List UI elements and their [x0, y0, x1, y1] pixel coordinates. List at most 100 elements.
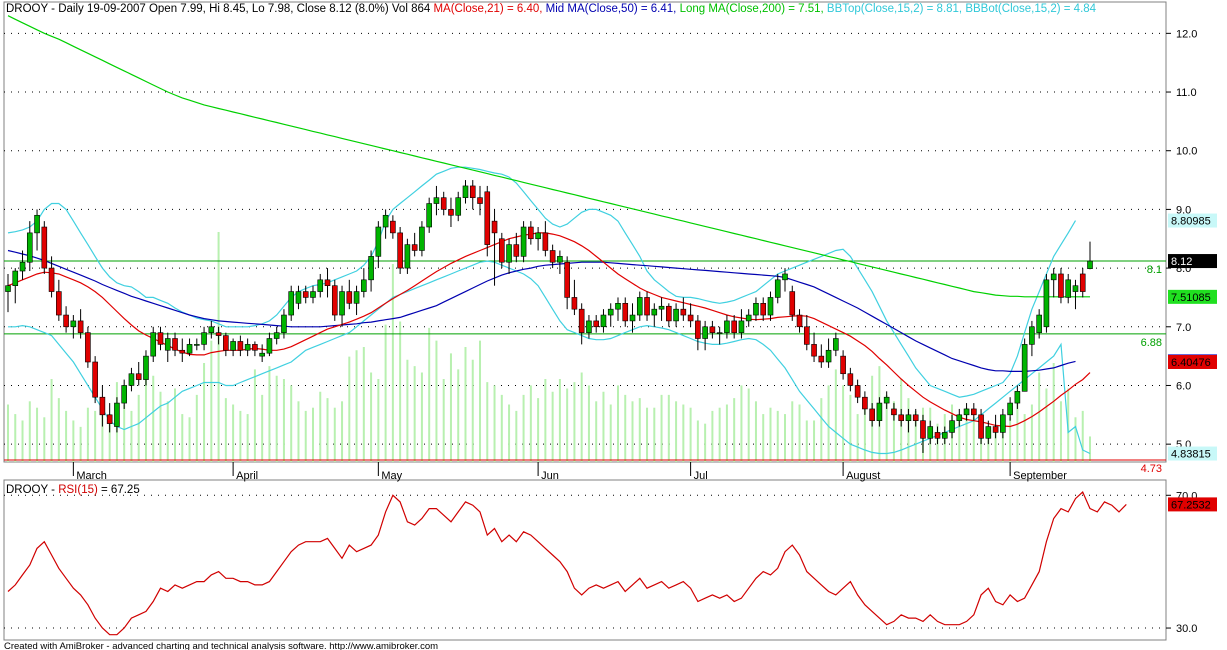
candle-body: [695, 320, 701, 339]
candle-body: [709, 326, 716, 333]
candle-body: [1007, 402, 1013, 416]
right-label-text: 7.51085: [1171, 292, 1211, 304]
candle-body: [716, 332, 723, 334]
candle-body: [673, 308, 679, 322]
candle-body: [1029, 326, 1035, 345]
candle-body: [789, 291, 796, 316]
candle-body: [593, 320, 600, 328]
candle-body: [331, 285, 338, 316]
candle-body: [833, 338, 839, 351]
candle-body: [361, 279, 367, 292]
candle-body: [578, 308, 585, 333]
candle-body: [600, 314, 607, 328]
candle-body: [1050, 273, 1057, 281]
candle-body: [542, 232, 549, 251]
candle-body: [898, 414, 904, 421]
candle-body: [782, 273, 788, 281]
candle-body: [636, 297, 643, 316]
candle-body: [854, 385, 861, 398]
candle-body: [506, 244, 512, 263]
candle-body: [876, 402, 883, 421]
candle-body: [912, 414, 919, 421]
candle-body: [12, 270, 19, 286]
candle-body: [883, 396, 890, 404]
candle-body: [244, 344, 251, 351]
candle-body: [477, 197, 483, 204]
candle-body: [179, 349, 186, 354]
rsi-header: DROOY - RSI(15) = 67.25: [6, 484, 140, 496]
rsi-header-label: RSI(15): [58, 484, 98, 496]
candle-body: [150, 332, 157, 357]
candle-body: [1065, 279, 1072, 298]
header-ma21: MA(Close,21) = 6.40,: [433, 3, 545, 15]
candle-body: [411, 244, 418, 251]
candle-body: [658, 305, 665, 310]
right-label-text: 6.40476: [1171, 357, 1211, 369]
header-bbbot: BBBot(Close,15,2) = 4.84: [965, 3, 1096, 15]
candle-body: [680, 308, 687, 316]
candle-body: [5, 285, 11, 292]
candle-body: [963, 408, 970, 416]
price-y-tick-label: 11.0: [1176, 87, 1197, 99]
month-label: Jun: [541, 470, 559, 482]
price-y-tick-label: 10.0: [1176, 146, 1197, 158]
candle-body: [760, 303, 767, 316]
candle-body: [259, 352, 265, 357]
month-label: August: [846, 470, 880, 482]
candle-body: [513, 244, 520, 257]
candle-body: [745, 314, 752, 322]
candle-body: [796, 314, 803, 328]
candle-body: [1000, 414, 1006, 433]
candle-body: [702, 326, 708, 339]
candle-body: [56, 291, 62, 316]
candle-body: [310, 291, 316, 298]
candle-body: [607, 308, 614, 316]
rsi-header-symbol: DROOY: [6, 484, 49, 496]
candle-body: [157, 332, 164, 345]
candle-body: [34, 214, 40, 234]
header-ma50: Mid MA(Close,50) = 6.41,: [546, 3, 680, 15]
rsi-value-text: 67.2532: [1171, 499, 1211, 511]
candle-body: [934, 432, 941, 439]
candle-body: [295, 291, 302, 304]
month-label: September: [1013, 470, 1067, 482]
candle-body: [557, 256, 563, 263]
candle-body: [738, 320, 745, 333]
candle-body: [956, 414, 963, 421]
footer-credit: Created with AmiBroker - advanced charti…: [4, 641, 438, 650]
candle-body: [549, 250, 556, 263]
candle-body: [106, 414, 113, 424]
candle-body: [368, 256, 374, 281]
candle-body: [281, 314, 287, 333]
candle-body: [26, 232, 33, 263]
right-label-text: 4.83815: [1171, 449, 1211, 461]
rsi-header-value: = 67.25: [98, 484, 140, 496]
candle-body: [19, 261, 26, 272]
candle-body: [1014, 391, 1021, 404]
candle-body: [92, 361, 98, 398]
price-y-tick-label: 6.0: [1176, 380, 1191, 392]
candle-body: [927, 426, 934, 439]
candle-body: [186, 344, 193, 354]
candle-body: [731, 320, 737, 333]
candle-body: [774, 279, 781, 298]
candle-body: [404, 244, 411, 269]
candle-body: [70, 320, 77, 328]
candle-body: [905, 414, 912, 421]
candle-body: [564, 261, 570, 298]
candle-body: [121, 385, 127, 404]
candle-body: [455, 197, 462, 216]
candle-body: [622, 303, 629, 322]
candle-body: [869, 408, 875, 421]
candle-body: [346, 291, 353, 304]
candle-body: [317, 279, 324, 292]
candle-body: [419, 226, 425, 251]
candle-body: [230, 341, 236, 351]
candle-body: [571, 297, 578, 310]
line-value-label: 8.1: [1147, 264, 1162, 276]
candle-body: [77, 320, 84, 333]
candle-body: [535, 232, 541, 240]
candle-body: [172, 338, 178, 351]
candle-body: [375, 226, 382, 257]
price-y-tick-label: 7.0: [1176, 322, 1191, 334]
